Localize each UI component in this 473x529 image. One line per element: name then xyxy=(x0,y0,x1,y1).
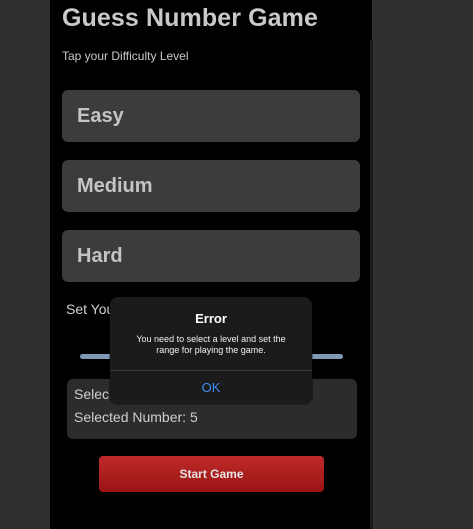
easy-level-button[interactable]: Easy xyxy=(62,90,360,142)
dialog-message: You need to select a level and set the r… xyxy=(136,334,286,355)
dialog-ok-button[interactable]: OK xyxy=(110,371,312,404)
page: Guess Number Game Tap your Difficulty Le… xyxy=(0,0,473,529)
game-screen: Guess Number Game Tap your Difficulty Le… xyxy=(50,0,372,529)
dialog-title: Error xyxy=(195,311,227,326)
page-title: Guess Number Game xyxy=(62,4,318,32)
scrollbar-divider xyxy=(370,40,373,529)
start-game-button[interactable]: Start Game xyxy=(99,456,324,492)
difficulty-instruction: Tap your Difficulty Level xyxy=(62,49,189,63)
selected-number-text: Selected Number: 5 xyxy=(74,409,198,425)
error-dialog: Error You need to select a level and set… xyxy=(110,297,312,404)
medium-level-button[interactable]: Medium xyxy=(62,160,360,212)
range-label: Set You xyxy=(66,301,115,317)
selected-level-text: Selec xyxy=(74,386,110,402)
hard-level-button[interactable]: Hard xyxy=(62,230,360,282)
